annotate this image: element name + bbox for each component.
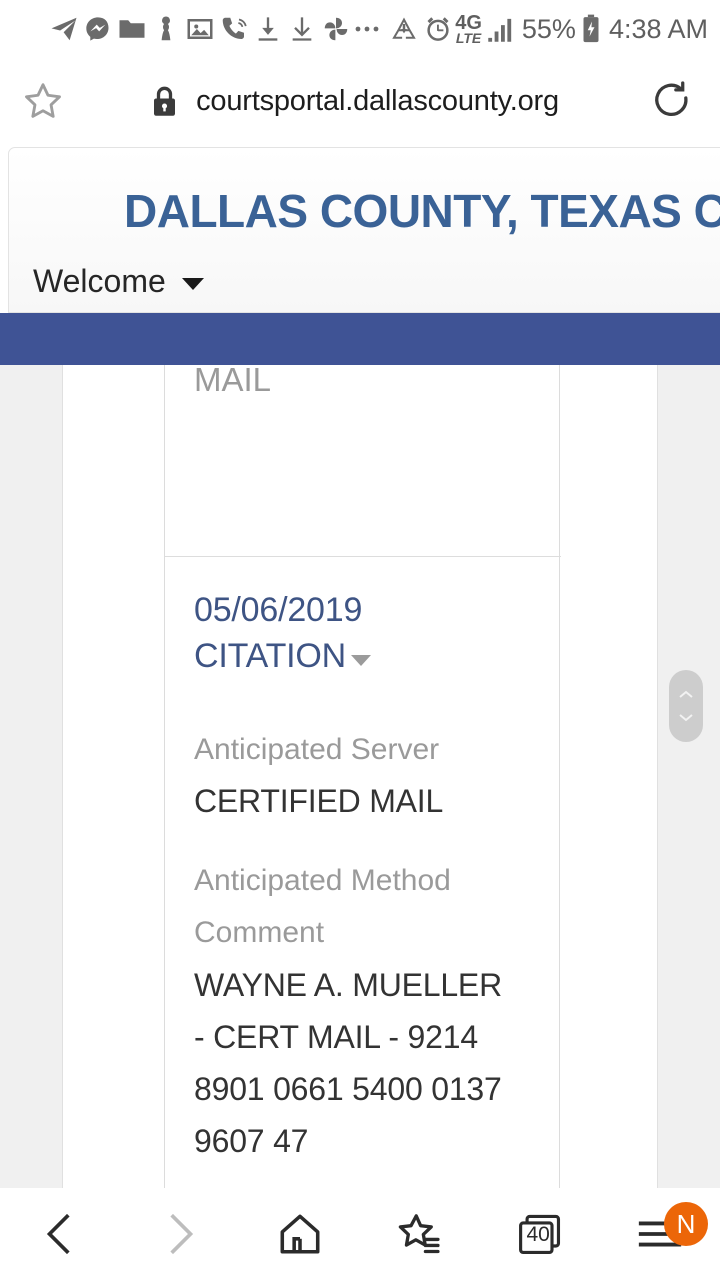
content-panel: MAIL 05/06/2019 CITATION Anticipated Ser… [62, 361, 658, 1188]
site-header: DALLAS COUNTY, TEXAS CO Welcome [8, 147, 720, 313]
forward-button[interactable] [120, 1188, 240, 1280]
service-date: 05/06/2019 [194, 591, 363, 629]
url-text: courtsportal.dallascounty.org [196, 84, 559, 117]
scroll-indicator-handle[interactable] [669, 670, 703, 742]
field-value: WAYNE A. MUELLER - CERT MAIL - 9214 8901… [194, 966, 502, 1160]
lock-icon [151, 85, 178, 118]
chevron-down-icon [679, 714, 693, 722]
call-wifi-icon [217, 12, 251, 46]
tabs-button[interactable]: 40 [480, 1188, 600, 1280]
telegram-icon [47, 12, 81, 46]
home-icon [280, 1214, 320, 1254]
browser-url-bar[interactable]: courtsportal.dallascounty.org [0, 58, 720, 144]
photo-icon [183, 12, 217, 46]
reload-icon[interactable] [624, 78, 720, 124]
web-page-viewport[interactable]: DALLAS COUNTY, TEXAS CO Welcome MAIL 05/… [0, 144, 720, 1188]
clipped-row-text: MAIL [194, 361, 272, 398]
site-nav-bar[interactable] [0, 313, 720, 365]
forward-chevron-icon [170, 1213, 194, 1255]
messenger-icon [81, 12, 115, 46]
battery-charging-icon [578, 12, 604, 46]
list-item[interactable]: MAIL [165, 361, 561, 556]
phone-screen: 4G LTE 55% 4:38 AM courtsportal.dallasco… [0, 0, 720, 1280]
back-button[interactable] [0, 1188, 120, 1280]
home-button[interactable] [240, 1188, 360, 1280]
field-label: Anticipated Method [194, 864, 451, 898]
download-icon [251, 12, 285, 46]
network-type-label: 4G LTE [455, 12, 482, 46]
menu-notification-badge: N [664, 1202, 708, 1246]
bookmarks-star-icon [398, 1214, 440, 1254]
alarm-clock-icon [421, 12, 455, 46]
chevron-down-icon [181, 277, 204, 290]
service-type-label: CITATION [194, 636, 347, 675]
chevron-down-icon [351, 654, 372, 666]
menu-button[interactable]: N [600, 1188, 720, 1280]
page-body: MAIL 05/06/2019 CITATION Anticipated Ser… [0, 361, 720, 1188]
field-value: CERTIFIED MAIL [194, 783, 444, 820]
back-chevron-icon [46, 1213, 70, 1255]
more-dots-icon [353, 12, 387, 46]
welcome-dropdown[interactable]: Welcome [33, 263, 204, 300]
service-list-column: MAIL 05/06/2019 CITATION Anticipated Ser… [164, 361, 561, 1188]
browser-bottom-nav[interactable]: 40 N [0, 1188, 720, 1280]
download-arrow-icon [285, 12, 319, 46]
list-item[interactable]: 05/06/2019 CITATION Anticipated Server C… [165, 557, 561, 1188]
signal-bars-icon [484, 12, 518, 46]
pawn-icon [149, 12, 183, 46]
service-type-dropdown[interactable]: CITATION [194, 637, 532, 676]
status-bar: 4G LTE 55% 4:38 AM [0, 0, 720, 58]
pinwheel-icon [319, 12, 353, 46]
bookmarks-button[interactable] [360, 1188, 480, 1280]
chevron-up-icon [679, 690, 693, 698]
page-title: DALLAS COUNTY, TEXAS CO [124, 185, 720, 237]
battery-percent-label: 55% [521, 13, 576, 44]
address-field[interactable]: courtsportal.dallascounty.org [86, 85, 624, 118]
folder-icon [115, 12, 149, 46]
field-label: Comment [194, 916, 325, 950]
field-label: Anticipated Server [194, 732, 440, 766]
welcome-label: Welcome [33, 263, 166, 299]
clock-label: 4:38 AM [608, 13, 708, 44]
tab-count-label: 40 [526, 1222, 550, 1246]
sync-recycle-icon [387, 12, 421, 46]
star-icon[interactable] [0, 78, 86, 124]
